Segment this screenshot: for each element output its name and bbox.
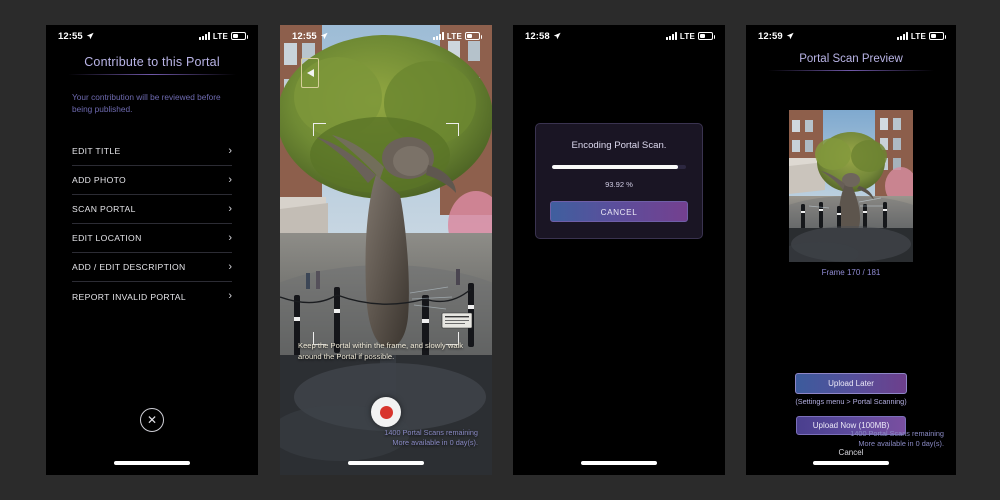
phone-rotate-icon xyxy=(301,58,319,88)
location-arrow-icon xyxy=(786,32,794,40)
scans-remaining-text: 1400 Portal Scans remaining More availab… xyxy=(850,429,944,450)
title-divider xyxy=(768,70,934,71)
home-indicator xyxy=(114,461,190,465)
status-time: 12:59 xyxy=(758,30,783,42)
scans-remaining-text: 1400 Portal Scans remaining More availab… xyxy=(384,428,478,449)
battery-icon xyxy=(465,32,482,40)
location-arrow-icon xyxy=(320,32,328,40)
status-bar: 12:59 LTE xyxy=(746,25,956,47)
phone-screen-contribute-menu: 12:55 LTE Contribute to this Portal Your… xyxy=(46,25,258,475)
frame-corner-top-left xyxy=(313,123,326,136)
record-button[interactable] xyxy=(371,397,401,427)
network-type-label: LTE xyxy=(446,31,462,41)
menu-item-edit-location[interactable]: EDIT LOCATION › xyxy=(72,224,232,254)
cancel-button[interactable]: CANCEL xyxy=(550,201,688,222)
phone-screen-encoding: 12:58 LTE Encoding Portal Scan. 93.92 % … xyxy=(513,25,725,475)
menu-item-label: REPORT INVALID PORTAL xyxy=(72,291,187,302)
menu-item-add-photo[interactable]: ADD PHOTO › xyxy=(72,166,232,196)
status-time: 12:55 xyxy=(292,30,317,42)
frame-corner-top-right xyxy=(446,123,459,136)
chevron-right-icon: › xyxy=(228,202,232,215)
upload-later-button[interactable]: Upload Later xyxy=(795,373,907,394)
scans-remaining-count: 1400 Portal Scans remaining xyxy=(850,428,944,438)
chevron-right-icon: › xyxy=(228,173,232,186)
scan-frame-guide xyxy=(313,123,459,345)
menu-item-label: ADD / EDIT DESCRIPTION xyxy=(72,262,186,273)
status-time: 12:55 xyxy=(58,30,83,42)
battery-icon xyxy=(929,32,946,40)
menu-item-add-edit-description[interactable]: ADD / EDIT DESCRIPTION › xyxy=(72,253,232,283)
contribute-menu-list: EDIT TITLE › ADD PHOTO › SCAN PORTAL › E… xyxy=(46,137,258,311)
status-bar-indicators: LTE xyxy=(432,31,482,41)
scans-remaining-count: 1400 Portal Scans remaining xyxy=(384,427,478,437)
menu-item-label: SCAN PORTAL xyxy=(72,204,136,215)
location-arrow-icon xyxy=(553,32,561,40)
menu-item-label: EDIT LOCATION xyxy=(72,233,142,244)
phone-screen-portal-scan-camera: Keep the Portal within the frame, and sl… xyxy=(280,25,492,475)
status-bar-indicators: LTE xyxy=(896,31,946,41)
camera-viewfinder[interactable]: Keep the Portal within the frame, and sl… xyxy=(280,25,492,475)
signal-bars-icon xyxy=(896,32,908,40)
chevron-right-icon: › xyxy=(228,290,232,303)
status-bar: 12:55 LTE xyxy=(280,25,492,47)
signal-bars-icon xyxy=(198,32,210,40)
menu-item-edit-title[interactable]: EDIT TITLE › xyxy=(72,137,232,167)
status-bar-indicators: LTE xyxy=(198,31,248,41)
page-title: Contribute to this Portal xyxy=(84,55,220,69)
network-type-label: LTE xyxy=(910,31,926,41)
status-bar-time-group: 12:55 xyxy=(58,31,94,42)
menu-item-label: ADD PHOTO xyxy=(72,175,127,186)
upload-settings-note: (Settings menu > Portal Scanning) xyxy=(795,397,907,406)
status-time: 12:58 xyxy=(525,30,550,42)
battery-icon xyxy=(231,32,248,40)
signal-bars-icon xyxy=(432,32,444,40)
chevron-right-icon: › xyxy=(228,144,232,157)
close-button[interactable]: ✕ xyxy=(140,408,164,432)
phone-screen-scan-preview: 12:59 LTE Portal Scan Preview Frame 170 … xyxy=(746,25,956,475)
page-subtitle: Your contribution will be reviewed befor… xyxy=(72,92,221,115)
chevron-right-icon: › xyxy=(228,231,232,244)
status-bar-indicators: LTE xyxy=(665,31,715,41)
location-arrow-icon xyxy=(86,32,94,40)
scans-available-note: More available in 0 day(s). xyxy=(858,439,944,449)
menu-item-report-invalid-portal[interactable]: REPORT INVALID PORTAL › xyxy=(72,282,232,311)
dialog-title: Encoding Portal Scan. xyxy=(571,140,667,151)
encoding-dialog: Encoding Portal Scan. 93.92 % CANCEL xyxy=(535,123,703,239)
preview-frame-photo xyxy=(789,110,913,262)
scans-available-note: More available in 0 day(s). xyxy=(392,438,478,448)
menu-item-scan-portal[interactable]: SCAN PORTAL › xyxy=(72,195,232,225)
progress-percent-label: 93.92 % xyxy=(605,180,633,189)
frame-counter-label: Frame 170 / 181 xyxy=(821,268,881,277)
signal-bars-icon xyxy=(665,32,677,40)
status-bar: 12:55 LTE xyxy=(46,25,258,47)
home-indicator xyxy=(348,461,424,465)
close-icon: ✕ xyxy=(146,413,158,427)
status-bar-time-group: 12:58 xyxy=(525,31,561,42)
status-bar-time-group: 12:55 xyxy=(292,31,328,42)
scan-preview-image[interactable] xyxy=(789,110,913,262)
menu-item-label: EDIT TITLE xyxy=(72,146,121,157)
page-title: Portal Scan Preview xyxy=(799,53,903,65)
record-dot-icon xyxy=(379,405,393,419)
screenshot-stage: 12:55 LTE Contribute to this Portal Your… xyxy=(0,0,1000,500)
network-type-label: LTE xyxy=(679,31,695,41)
progress-bar-track xyxy=(552,165,686,169)
battery-icon xyxy=(698,32,715,40)
home-indicator xyxy=(813,461,889,465)
status-bar-time-group: 12:59 xyxy=(758,31,794,42)
status-bar: 12:58 LTE xyxy=(513,25,725,47)
chevron-right-icon: › xyxy=(228,260,232,273)
progress-bar-fill xyxy=(552,165,678,169)
scan-instruction-text: Keep the Portal within the frame, and sl… xyxy=(298,341,464,362)
home-indicator xyxy=(581,461,657,465)
network-type-label: LTE xyxy=(212,31,228,41)
title-divider xyxy=(68,74,236,75)
